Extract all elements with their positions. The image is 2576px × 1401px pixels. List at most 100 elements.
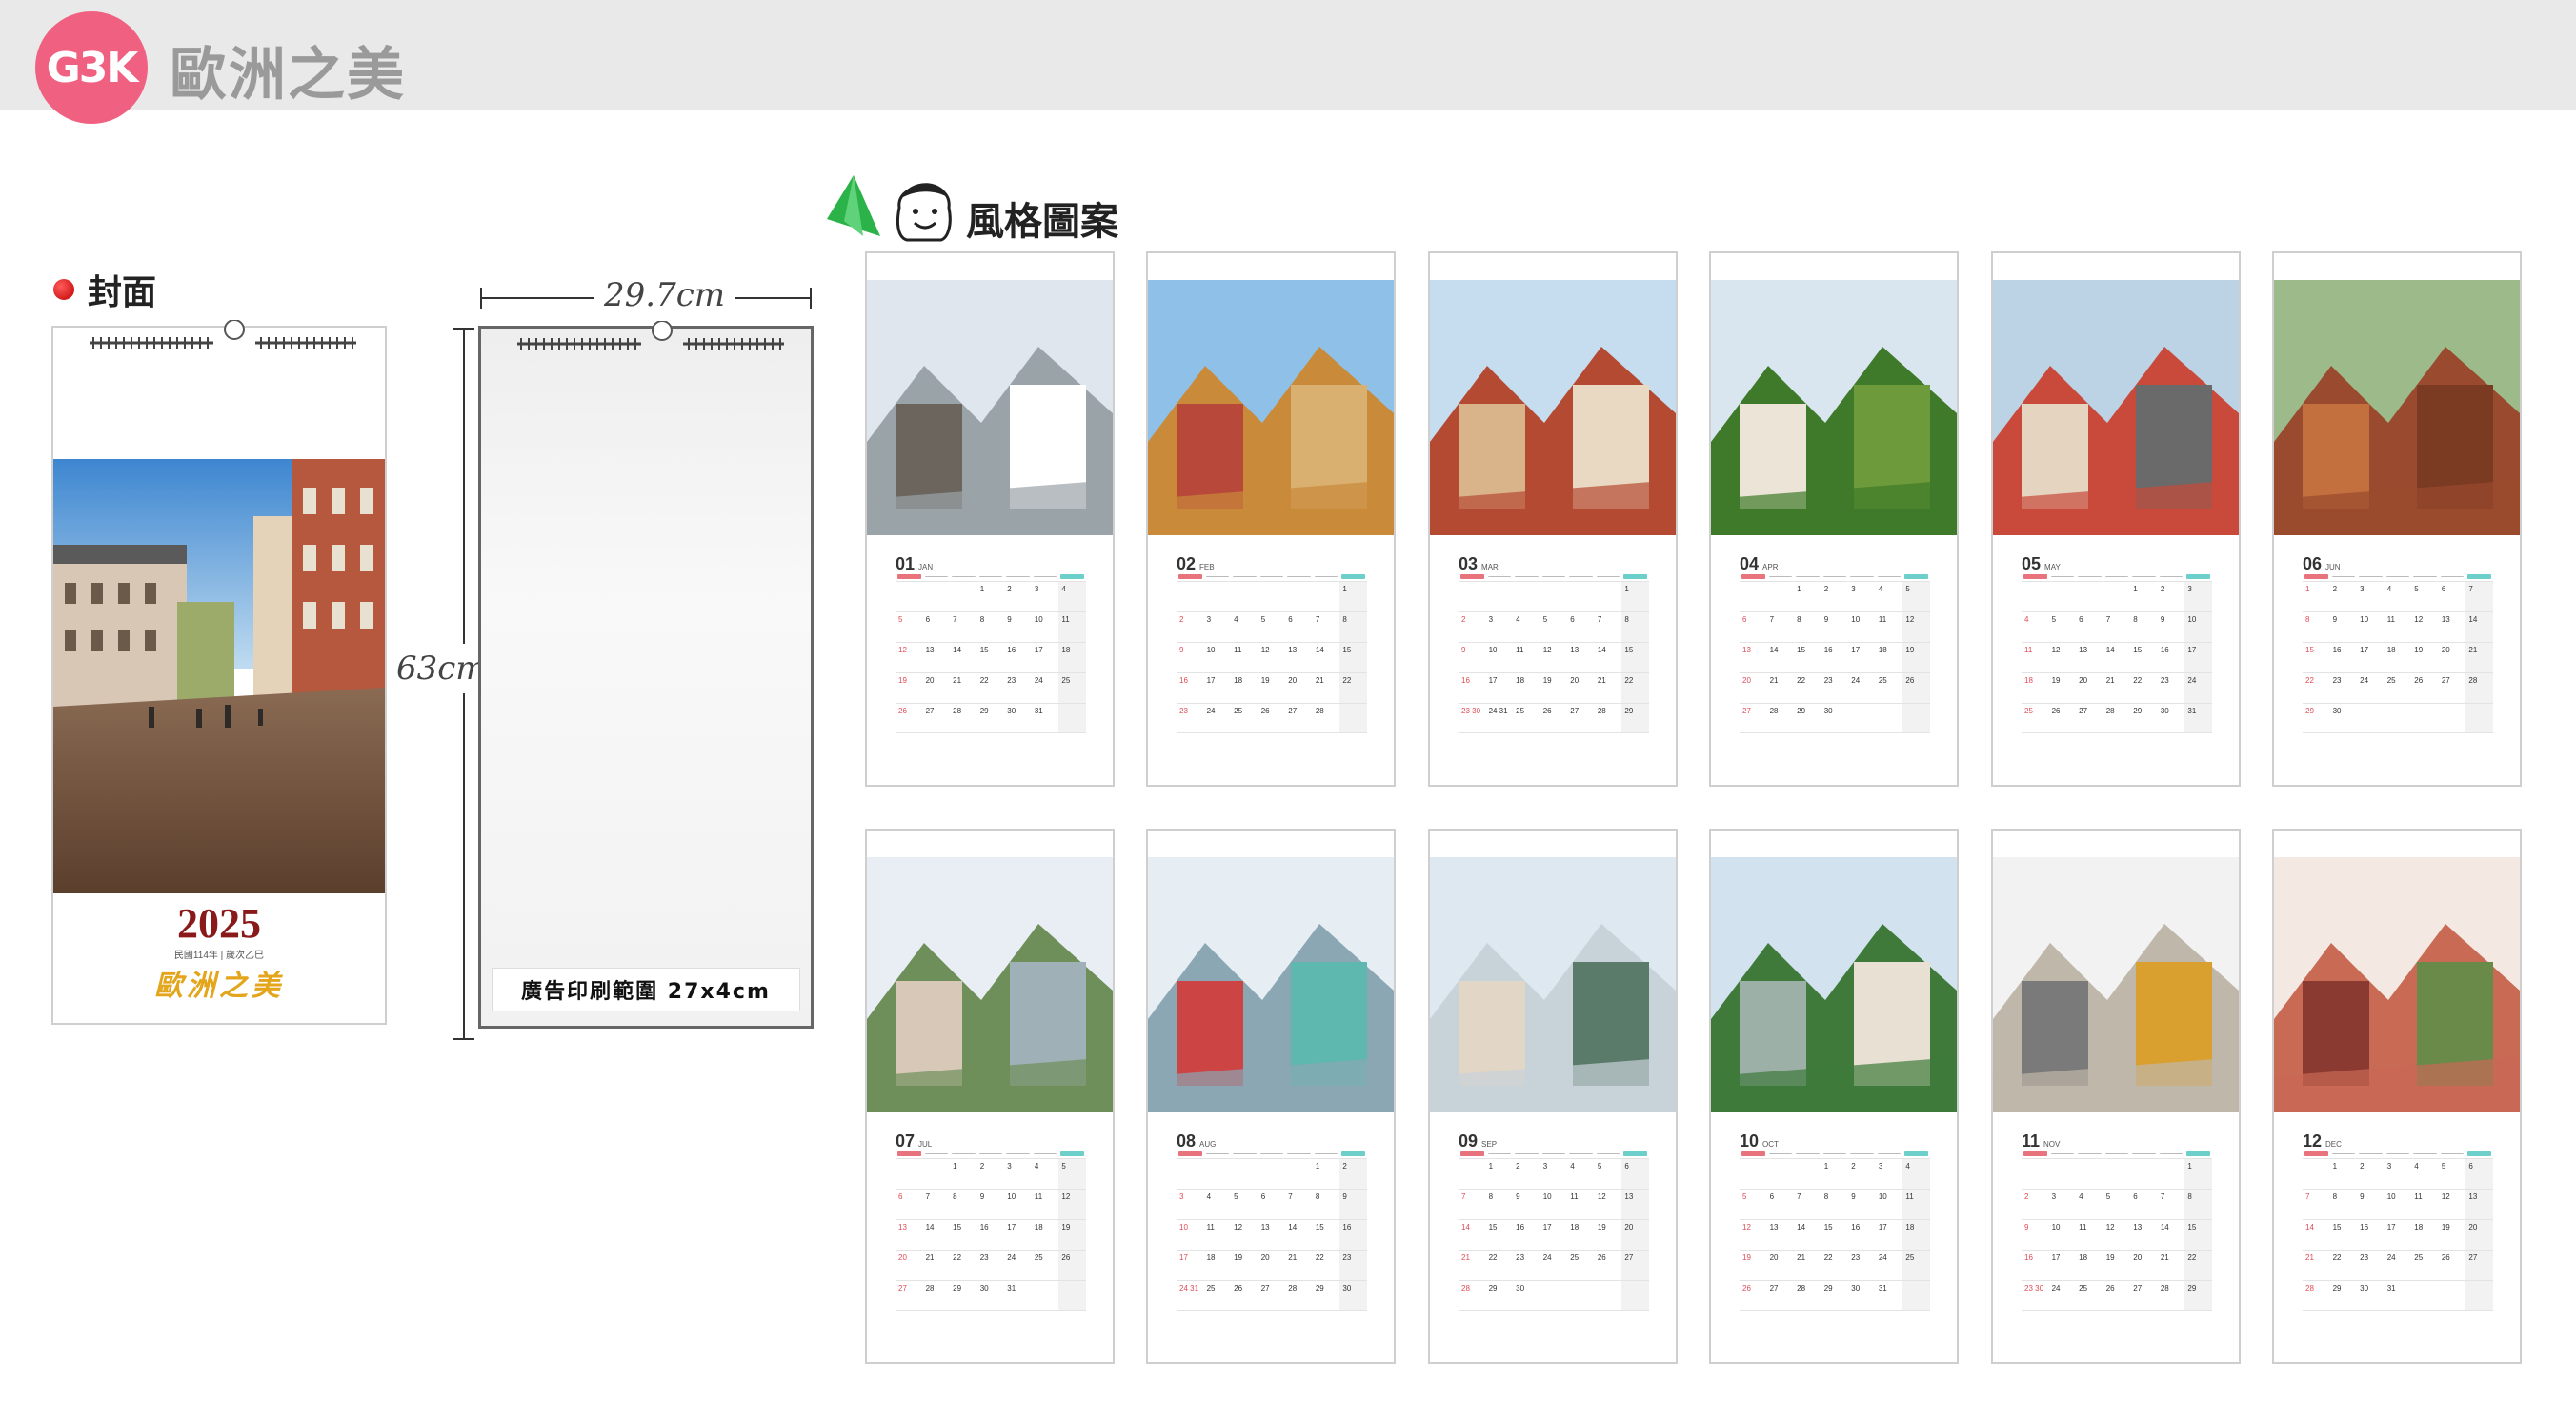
- month-name: DEC: [2325, 1140, 2342, 1149]
- calendar-day: 8: [953, 1192, 957, 1201]
- calendar-day: 31: [2184, 704, 2212, 732]
- weekday-marker: [2159, 1151, 2184, 1154]
- weekday-marker: [1033, 574, 1057, 577]
- calendar-day: [2411, 704, 2439, 732]
- calendar-day: 12: [2051, 646, 2061, 654]
- weekday-marker: [2078, 1151, 2102, 1154]
- calendar-day: 21: [1769, 676, 1779, 685]
- calendar-day: 17: [1488, 676, 1498, 685]
- calendar-day: 28: [2305, 1284, 2314, 1292]
- green-triangle-icon: [827, 175, 880, 236]
- month-number: 04: [1740, 554, 1760, 573]
- calendar-day: 26: [1260, 707, 1270, 715]
- calendar-day: 22: [2332, 1253, 2342, 1262]
- calendar-week-row: 22 23 24 25 26 27 28: [2303, 672, 2493, 703]
- calendar-day: 6: [1570, 615, 1575, 624]
- calendar-grid: 1 2 3 4 5 6 7 8 9 10 11 12 13 14 15 16 17 18 19 20 21 22 23 24 2…: [1740, 1151, 1930, 1311]
- calendar-day: 17: [2051, 1253, 2061, 1262]
- calendar-day: 8: [2133, 615, 2138, 624]
- weekday-marker: [1233, 1151, 1257, 1154]
- weekday-marker: [897, 574, 921, 579]
- calendar-day: 2: [2360, 1162, 2365, 1171]
- calendar-day: 9: [1461, 646, 1466, 654]
- calendar-day: 29: [2332, 1284, 2342, 1292]
- bullet-dot-icon: [53, 279, 74, 300]
- calendar-day: 26: [1234, 1284, 1243, 1292]
- calendar-day: 30: [1516, 1284, 1525, 1292]
- calendar-day: [2076, 1159, 2103, 1189]
- month-name: MAR: [1481, 563, 1499, 571]
- calendar-day: 13: [898, 1223, 907, 1231]
- calendar-day: 20: [2441, 646, 2450, 654]
- calendar-day: 1: [1488, 1162, 1494, 1171]
- calendar-day: 13: [2465, 1190, 2493, 1219]
- calendar-day: [1258, 582, 1286, 611]
- calendar-week-row: 16 17 18 19 20 21 22: [1459, 672, 1649, 703]
- calendar-day: 22: [2133, 676, 2143, 685]
- month-photo: [1148, 280, 1394, 535]
- calendar-day: 10: [2051, 1223, 2061, 1231]
- calendar-day: 5: [1742, 1192, 1747, 1201]
- calendar-day: [1767, 582, 1795, 611]
- calendar-day: [1459, 1159, 1486, 1189]
- calendar-week-row: 1 2 3 4 5 6: [1459, 1158, 1649, 1189]
- month-heading: 02 FEB: [1177, 554, 1215, 574]
- calendar-day: 7: [925, 1192, 931, 1201]
- cover-photo: [53, 459, 385, 893]
- weekday-marker: [1877, 1151, 1902, 1154]
- calendar-day: 14: [1797, 1223, 1806, 1231]
- calendar-day: [1794, 1159, 1821, 1189]
- weekday-marker: [1623, 1151, 1647, 1156]
- page-title: 歐洲之美: [170, 42, 406, 109]
- calendar-day: 12: [1260, 646, 1270, 654]
- calendar-day: 23 30: [1461, 707, 1481, 715]
- calendar-day: 16: [1339, 1220, 1367, 1250]
- calendar-day: 5: [2051, 615, 2057, 624]
- calendar-day: 31: [1878, 1284, 1887, 1292]
- calendar-week-row: 7 8 9 10 11 12 13: [1459, 1189, 1649, 1219]
- calendar-grid: 1 2 3 4 5 6 7 8 9 10 11 12 13 14 15 16 17 18 19 20 21 22 23 24 2…: [1459, 1151, 1649, 1311]
- weekday-marker: [1287, 574, 1311, 577]
- calendar-day: 6: [1260, 1192, 1266, 1201]
- calendar-week-row: 14 15 16 17 18 19 20: [2303, 1219, 2493, 1250]
- calendar-day: 20: [1742, 676, 1751, 685]
- calendar-day: 23: [979, 1253, 989, 1262]
- weekday-marker: [1006, 574, 1030, 577]
- calendar-day: 1: [1339, 582, 1367, 611]
- calendar-day: 15: [2133, 646, 2143, 654]
- month-number: 08: [1177, 1131, 1197, 1151]
- calendar-day: 25: [1570, 1253, 1580, 1262]
- calendar-day: 15: [2184, 1220, 2212, 1250]
- calendar-week-row: 21 22 23 24 25 26 27: [1459, 1250, 1649, 1280]
- calendar-day: 7: [2105, 615, 2111, 624]
- calendar-day: 5: [1542, 615, 1548, 624]
- width-dimension-tick-left: [480, 288, 482, 309]
- weekday-header: [896, 573, 1086, 581]
- calendar-day: 2: [2332, 585, 2338, 593]
- calendar-day: 26: [1742, 1284, 1751, 1292]
- month-number: 07: [896, 1131, 916, 1151]
- calendar-day: 7: [2305, 1192, 2310, 1201]
- calendar-day: [2049, 1159, 2077, 1189]
- calendar-day: 25: [1902, 1251, 1930, 1280]
- calendar-day: 16: [1007, 646, 1016, 654]
- calendar-day: [2357, 704, 2385, 732]
- month-heading: 06 JUN: [2303, 554, 2341, 574]
- month-name: APR: [1762, 563, 1779, 571]
- calendar-day: 25: [2024, 707, 2033, 715]
- calendar-week-row: 3 4 5 6 7 8 9: [1177, 1189, 1367, 1219]
- month-name: SEP: [1481, 1140, 1498, 1149]
- calendar-day: 18: [1516, 676, 1525, 685]
- weekday-marker: [2050, 1151, 2075, 1154]
- cover-year: 2025: [177, 900, 261, 947]
- weekday-marker: [1768, 1151, 1793, 1154]
- calendar-day: 1: [1315, 1162, 1320, 1171]
- calendar-week-row: 2 3 4 5 6 7 8: [2022, 1189, 2212, 1219]
- calendar-day: 23: [2332, 676, 2342, 685]
- month-page: 01 JAN 1 2 3 4 5 6 7 8 9 10 11 12 13 14 15 16 17 18 19 20 21 22…: [865, 251, 1115, 787]
- month-photo: [867, 857, 1113, 1112]
- calendar-week-row: 1 2 3 4 5: [896, 1158, 1086, 1189]
- calendar-day: 24: [2184, 673, 2212, 703]
- calendar-grid: 1 2 3 4 5 6 7 8 9 10 11 12 13 14 15 16 17 18 19 20 21 22 23 24 2…: [896, 1151, 1086, 1311]
- calendar-day: 18: [1034, 1223, 1043, 1231]
